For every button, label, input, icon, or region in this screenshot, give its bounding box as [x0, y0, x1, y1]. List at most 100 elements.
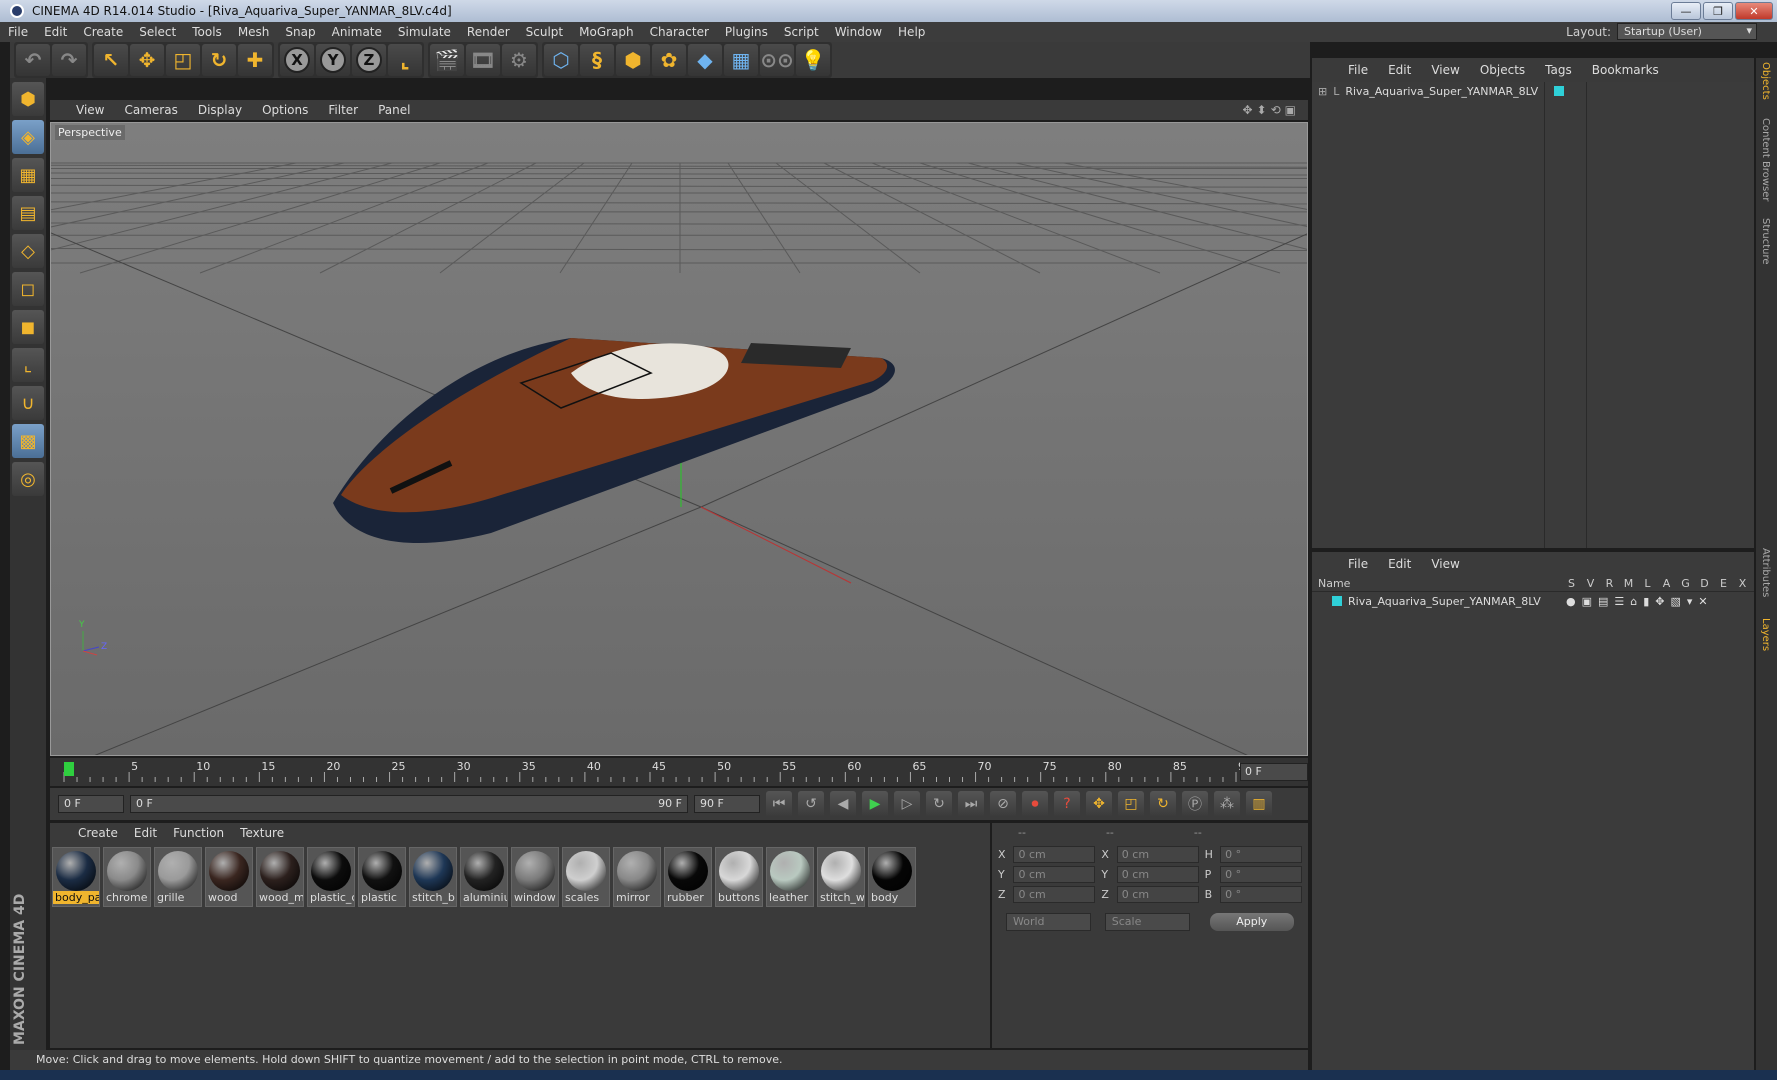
subdivision-icon[interactable]: ⬢ [616, 44, 650, 76]
objects-menu-tags[interactable]: Tags [1535, 63, 1582, 77]
model-mode-icon[interactable]: ◈ [12, 120, 44, 154]
menu-help[interactable]: Help [890, 25, 933, 39]
polygons-mode-icon[interactable]: ◼ [12, 310, 44, 344]
material-menu-create[interactable]: Create [70, 826, 126, 840]
layout-select[interactable]: Startup (User) [1617, 23, 1757, 40]
texture-mode-icon[interactable]: ▦ [12, 158, 44, 192]
live-selection-icon[interactable]: ↖ [94, 44, 128, 76]
menu-sculpt[interactable]: Sculpt [518, 25, 571, 39]
objects-menu-bookmarks[interactable]: Bookmarks [1582, 63, 1669, 77]
position-y-field[interactable]: 0 cm [1013, 866, 1096, 883]
viewport-menu-options[interactable]: Options [252, 103, 318, 117]
previous-key-icon[interactable]: ↺ [798, 791, 824, 817]
tab-content-browser[interactable]: Content Browser [1760, 118, 1771, 201]
rotation-p-field[interactable]: 0 ° [1220, 866, 1302, 883]
frame-range-slider[interactable]: 0 F 90 F [130, 795, 688, 813]
material-swatch[interactable]: scales [562, 847, 610, 907]
go-to-start-icon[interactable]: ⏮ [766, 791, 792, 817]
coordinate-system-icon[interactable]: ⌞ [388, 44, 422, 76]
layers-menu-file[interactable]: File [1338, 557, 1378, 571]
viewport-menu-panel[interactable]: Panel [368, 103, 420, 117]
workplane-icon[interactable]: ▤ [12, 196, 44, 230]
material-swatch[interactable]: grille [154, 847, 202, 907]
points-mode-icon[interactable]: ◇ [12, 234, 44, 268]
next-key-icon[interactable]: ↻ [926, 791, 952, 817]
spline-icon[interactable]: § [580, 44, 614, 76]
menu-animate[interactable]: Animate [324, 25, 390, 39]
menu-plugins[interactable]: Plugins [717, 25, 776, 39]
start-frame-field[interactable]: 0 F [58, 795, 124, 813]
menu-create[interactable]: Create [75, 25, 131, 39]
tab-objects[interactable]: Objects [1760, 62, 1771, 100]
position-z-field[interactable]: 0 cm [1013, 886, 1096, 903]
layer-row[interactable]: Riva_Aquariva_Super_YANMAR_8LV ●▣▤☰⌂▮✥▧▾… [1312, 592, 1754, 610]
menu-character[interactable]: Character [642, 25, 717, 39]
timeline-window-icon[interactable]: ▥ [1246, 791, 1272, 817]
end-frame-field[interactable]: 90 F [694, 795, 760, 813]
material-swatch[interactable]: wood [205, 847, 253, 907]
render-view-icon[interactable]: 🎬 [430, 44, 464, 76]
light-icon[interactable]: 💡 [796, 44, 830, 76]
cube-primitive-icon[interactable]: ⬡ [544, 44, 578, 76]
camera-icon[interactable]: ⊙⊙ [760, 44, 794, 76]
menu-mesh[interactable]: Mesh [230, 25, 278, 39]
viewport-nav-icons[interactable]: ✥⬍⟲▣ [1242, 103, 1300, 117]
render-settings-icon[interactable]: ⚙ [502, 44, 536, 76]
menu-render[interactable]: Render [459, 25, 518, 39]
axis-mode-icon[interactable]: ⌞ [12, 348, 44, 382]
edges-mode-icon[interactable]: ◻ [12, 272, 44, 306]
tab-attributes[interactable]: Attributes [1760, 548, 1771, 597]
material-swatch[interactable]: body_pa [52, 847, 100, 907]
menu-tools[interactable]: Tools [184, 25, 230, 39]
coord-space-select[interactable]: World [1006, 913, 1091, 931]
objects-menu-view[interactable]: View [1421, 63, 1469, 77]
material-swatch[interactable]: buttons [715, 847, 763, 907]
next-frame-icon[interactable]: ▷ [894, 791, 920, 817]
tab-structure[interactable]: Structure [1760, 218, 1771, 265]
viewport-menu-display[interactable]: Display [188, 103, 252, 117]
material-swatch[interactable]: mirror [613, 847, 661, 907]
menu-edit[interactable]: Edit [36, 25, 75, 39]
objects-menu-file[interactable]: File [1338, 63, 1378, 77]
layer-color-swatch[interactable] [1332, 596, 1342, 606]
size-y-field[interactable]: 0 cm [1116, 866, 1199, 883]
material-swatch[interactable]: rubber [664, 847, 712, 907]
material-swatch[interactable]: plastic [358, 847, 406, 907]
menu-file[interactable]: File [0, 25, 36, 39]
play-icon[interactable]: ▶ [862, 791, 888, 817]
magnet-icon[interactable]: ∪ [12, 386, 44, 420]
previous-frame-icon[interactable]: ◀ [830, 791, 856, 817]
close-button[interactable]: ✕ [1735, 2, 1773, 20]
apply-button[interactable]: Apply [1209, 913, 1294, 931]
material-swatch[interactable]: stitch_b [409, 847, 457, 907]
key-scale-icon[interactable]: ◰ [1118, 791, 1144, 817]
tab-layers[interactable]: Layers [1760, 618, 1771, 651]
autokey-icon[interactable]: ? [1054, 791, 1080, 817]
y-axis-lock-button[interactable]: Y [316, 44, 350, 76]
material-swatch[interactable]: stitch_w [817, 847, 865, 907]
material-swatch[interactable]: body [868, 847, 916, 907]
material-swatch[interactable]: wood_m [256, 847, 304, 907]
material-menu-edit[interactable]: Edit [126, 826, 165, 840]
move-icon[interactable]: ✥ [130, 44, 164, 76]
mograph-cloner-icon[interactable]: ✿ [652, 44, 686, 76]
current-frame-field[interactable]: 0 F [1240, 763, 1308, 781]
material-swatch[interactable]: aluminiu [460, 847, 508, 907]
redo-icon[interactable]: ↷ [52, 44, 86, 76]
x-axis-lock-button[interactable]: X [280, 44, 314, 76]
layers-menu-edit[interactable]: Edit [1378, 557, 1421, 571]
menu-snap[interactable]: Snap [277, 25, 323, 39]
snap-icon[interactable]: ◎ [12, 462, 44, 496]
material-menu-texture[interactable]: Texture [232, 826, 292, 840]
menu-simulate[interactable]: Simulate [390, 25, 459, 39]
material-swatch[interactable]: leather [766, 847, 814, 907]
material-menu-function[interactable]: Function [165, 826, 232, 840]
material-swatch[interactable]: chrome [103, 847, 151, 907]
key-pla-icon[interactable]: ⁂ [1214, 791, 1240, 817]
keyframe-selection-icon[interactable]: ⊘ [990, 791, 1016, 817]
material-swatch[interactable]: plastic_c [307, 847, 355, 907]
make-editable-icon[interactable]: ⬢ [12, 82, 44, 116]
coord-mode-select[interactable]: Scale [1104, 913, 1190, 931]
deformer-icon[interactable]: ◆ [688, 44, 722, 76]
position-x-field[interactable]: 0 cm [1013, 846, 1096, 863]
